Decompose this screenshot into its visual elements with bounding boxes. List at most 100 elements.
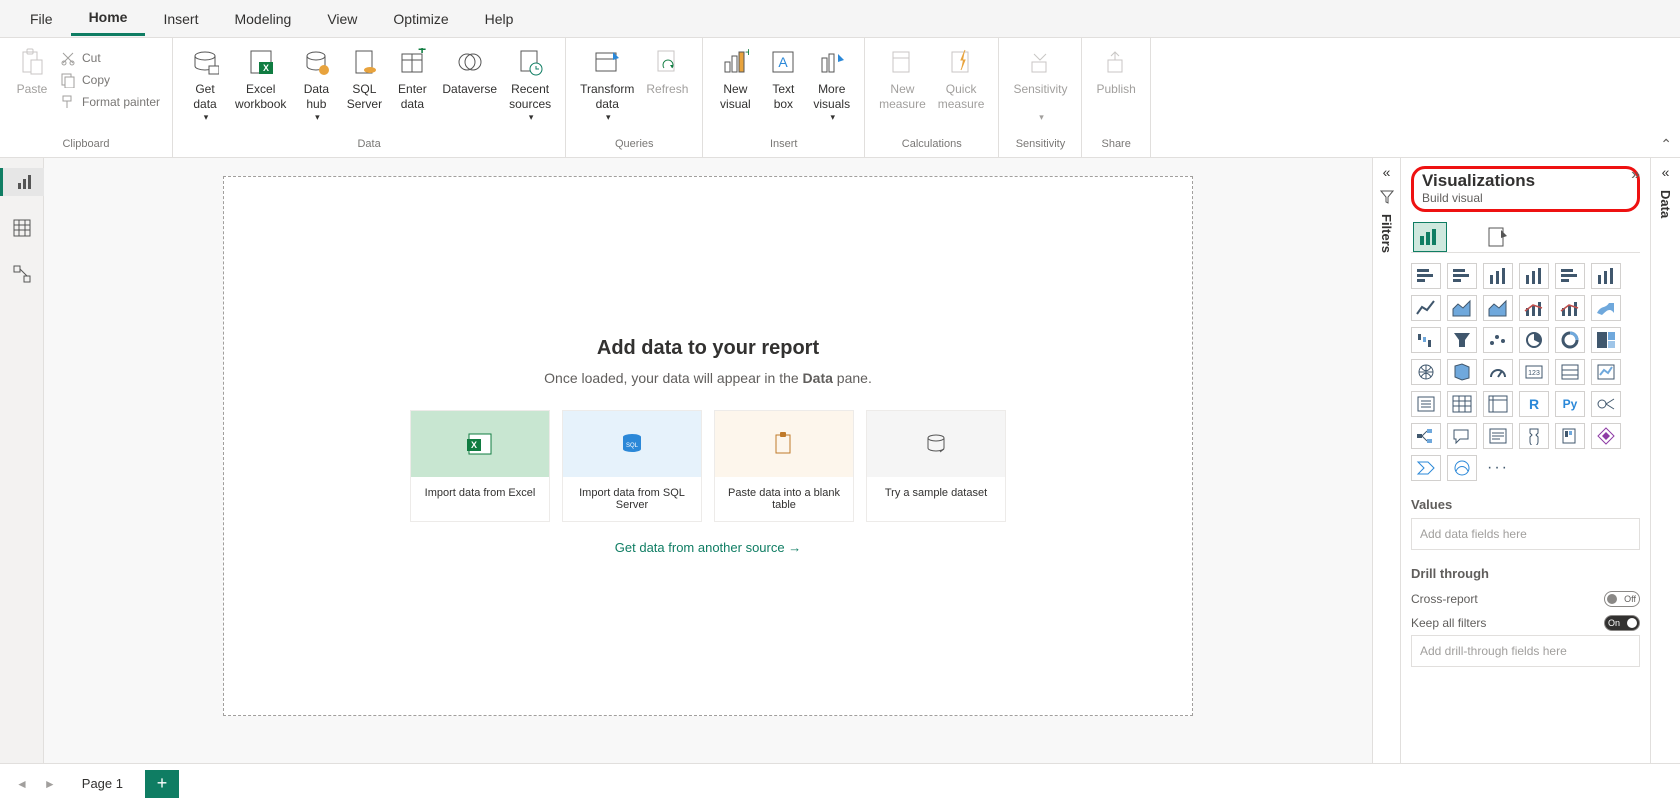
viz-100-bar[interactable] [1555,263,1585,289]
ribbon: Paste Cut Copy Format painter Clipboard [0,38,1680,158]
viz-area[interactable] [1447,295,1477,321]
viz-arcgis[interactable] [1447,455,1477,481]
viz-multi-row-card[interactable] [1555,359,1585,385]
workarea: Add data to your report Once loaded, you… [0,158,1680,763]
data-expand-button[interactable]: « [1662,164,1670,180]
add-page-button[interactable]: + [145,770,179,798]
prev-page-button[interactable]: ◄ [12,777,32,791]
viz-matrix[interactable] [1483,391,1513,417]
dataverse-label: Dataverse [442,82,497,97]
sensitivity-button[interactable]: Sensitivity▾ [1007,42,1073,127]
viz-waterfall[interactable] [1411,327,1441,353]
viz-donut[interactable] [1555,327,1585,353]
canvas-title: Add data to your report [410,337,1006,360]
next-page-button[interactable]: ► [40,777,60,791]
viz-qna[interactable] [1447,423,1477,449]
viz-filled-map[interactable] [1447,359,1477,385]
menu-help[interactable]: Help [467,3,532,35]
paste-button[interactable]: Paste [8,42,56,101]
report-view-button[interactable] [0,168,44,196]
viz-narrative[interactable] [1483,423,1513,449]
viz-key-influencers[interactable] [1591,391,1621,417]
card-import-excel[interactable]: X Import data from Excel [410,410,550,522]
get-data-link[interactable]: Get data from another source → [410,540,1006,555]
menu-file[interactable]: File [12,3,71,35]
publish-button[interactable]: Publish [1090,42,1141,101]
viz-kpi[interactable] [1591,359,1621,385]
viz-goals[interactable] [1519,423,1549,449]
format-painter-button[interactable]: Format painter [56,92,164,112]
refresh-label: Refresh [646,82,688,97]
data-hub-button[interactable]: Data hub▾ [292,42,340,127]
viz-stacked-column[interactable] [1483,263,1513,289]
viz-stacked-bar[interactable] [1411,263,1441,289]
visualizations-collapse-button[interactable]: » [1631,166,1640,184]
menu-modeling[interactable]: Modeling [216,3,309,35]
report-canvas[interactable]: Add data to your report Once loaded, you… [223,176,1193,716]
cross-report-toggle[interactable]: Off [1604,591,1640,607]
viz-gauge[interactable] [1483,359,1513,385]
menu-optimize[interactable]: Optimize [375,3,466,35]
visualizations-subtitle: Build visual [1422,191,1629,205]
more-visuals-button[interactable]: More visuals▾ [807,42,856,127]
transform-data-button[interactable]: Transform data▾ [574,42,640,127]
new-visual-button[interactable]: + New visual [711,42,759,116]
text-box-button[interactable]: A Text box [759,42,807,116]
ribbon-collapse-button[interactable]: ⌃ [1660,136,1672,153]
recent-sources-button[interactable]: Recent sources▾ [503,42,557,127]
viz-paginated[interactable] [1555,423,1585,449]
format-visual-tab[interactable] [1481,222,1515,252]
viz-ribbon[interactable] [1591,295,1621,321]
viz-power-automate[interactable] [1411,455,1441,481]
viz-line-stacked[interactable] [1519,295,1549,321]
viz-scatter[interactable] [1483,327,1513,353]
quick-measure-button[interactable]: Quick measure [932,42,991,116]
viz-python-visual[interactable]: Py [1555,391,1585,417]
viz-line-clustered[interactable] [1555,295,1585,321]
viz-100-column[interactable] [1591,263,1621,289]
card-paste-data[interactable]: Paste data into a blank table [714,410,854,522]
get-data-button[interactable]: Get data▾ [181,42,229,127]
menu-insert[interactable]: Insert [145,3,216,35]
viz-slicer[interactable] [1411,391,1441,417]
enter-data-button[interactable]: + Enter data [388,42,436,116]
dataverse-button[interactable]: Dataverse [436,42,503,101]
viz-stacked-area[interactable] [1483,295,1513,321]
viz-decomposition[interactable] [1411,423,1441,449]
viz-line[interactable] [1411,295,1441,321]
new-measure-icon [886,46,918,78]
quick-measure-label: Quick measure [938,82,985,112]
excel-workbook-button[interactable]: X Excel workbook [229,42,292,116]
viz-table[interactable] [1447,391,1477,417]
transform-data-label: Transform data [580,82,634,112]
format-visual-icon [1487,226,1509,248]
refresh-button[interactable]: Refresh [640,42,694,101]
viz-map[interactable] [1411,359,1441,385]
values-dropzone[interactable]: Add data fields here [1411,518,1640,550]
viz-r-visual[interactable]: R [1519,391,1549,417]
copy-button[interactable]: Copy [56,70,164,90]
menu-home[interactable]: Home [71,1,146,36]
drillthrough-dropzone[interactable]: Add drill-through fields here [1411,635,1640,667]
page-tab-1[interactable]: Page 1 [68,770,137,797]
data-view-button[interactable] [8,214,36,242]
build-visual-tab[interactable] [1413,222,1447,252]
viz-pie[interactable] [1519,327,1549,353]
filters-expand-button[interactable]: « [1383,164,1391,180]
viz-card[interactable]: 123 [1519,359,1549,385]
card-import-sql[interactable]: SQL Import data from SQL Server [562,410,702,522]
keep-all-filters-toggle[interactable]: On [1604,615,1640,631]
menu-view[interactable]: View [309,3,375,35]
viz-power-apps[interactable] [1591,423,1621,449]
viz-funnel[interactable] [1447,327,1477,353]
viz-clustered-bar[interactable] [1447,263,1477,289]
report-view-icon [16,173,34,191]
sql-server-button[interactable]: SQL Server [340,42,388,116]
viz-more-visuals[interactable]: ··· [1483,455,1513,481]
viz-treemap[interactable] [1591,327,1621,353]
new-measure-button[interactable]: New measure [873,42,932,116]
card-sample-dataset[interactable]: Try a sample dataset [866,410,1006,522]
viz-clustered-column[interactable] [1519,263,1549,289]
cut-button[interactable]: Cut [56,48,164,68]
model-view-button[interactable] [8,260,36,288]
